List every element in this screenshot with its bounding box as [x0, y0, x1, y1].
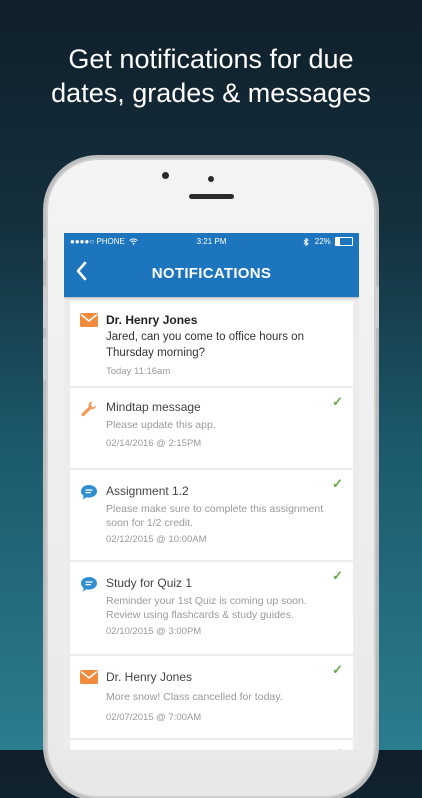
wrench-icon [80, 400, 98, 418]
notification-sender: Dr. Henry Jones [106, 313, 198, 327]
notification-sender: Dr. Henry Jones [106, 670, 193, 684]
notification-item[interactable]: Dr. Henry Jones Jared, can you come to of… [70, 301, 353, 388]
envelope-icon [80, 670, 98, 688]
read-check-icon: ✓ [332, 746, 343, 750]
notification-item[interactable]: Assignment 1.2 Please make sure to comple… [70, 470, 353, 562]
chat-bubble-icon [80, 484, 98, 502]
navigation-bar: NOTIFICATIONS [64, 249, 359, 297]
read-check-icon: ✓ [332, 394, 343, 409]
battery-percent: 22% [314, 237, 331, 246]
notification-message: Reminder your 1st Quiz is coming up soon… [106, 595, 307, 621]
notification-sender: Assignment 1.2 [106, 484, 189, 498]
chat-bubble-icon [80, 576, 98, 594]
envelope-icon [80, 313, 98, 331]
volume-up-button [43, 286, 46, 328]
notification-item[interactable]: Mindtap message Please update this app. 02… [70, 388, 353, 470]
earpiece-speaker [189, 194, 234, 199]
read-check-icon: ✓ [332, 476, 343, 491]
notification-message: Please make sure to complete this assign… [106, 503, 324, 529]
notification-message: Please update this app. [106, 419, 216, 431]
notification-item[interactable]: Dr. Henry Jones✓ [70, 740, 353, 750]
battery-status: 22% [303, 237, 353, 247]
headline-line-1: Get notifications for due [68, 44, 354, 74]
notification-date: 02/14/2016 @ 2:15PM [106, 438, 202, 449]
page-title: NOTIFICATIONS [151, 265, 272, 282]
notification-date: 02/07/2015 @ 7:00AM [106, 712, 202, 723]
marketing-headline: Get notifications for due dates, grades … [0, 42, 422, 110]
notification-list: Dr. Henry Jones Jared, can you come to of… [70, 301, 353, 750]
notification-item[interactable]: Study for Quiz 1 Reminder your 1st Quiz i… [70, 562, 353, 656]
notification-date: 02/10/2015 @ 3:00PM [106, 626, 202, 637]
read-check-icon: ✓ [332, 662, 343, 677]
battery-icon [335, 237, 353, 247]
notification-message: More snow! Class cancelled for today. [106, 691, 283, 703]
mute-switch [43, 238, 46, 260]
front-camera [162, 172, 169, 179]
headline-line-2: dates, grades & messages [51, 78, 371, 108]
read-check-icon: ✓ [332, 568, 343, 583]
notification-sender: Mindtap message [106, 400, 201, 414]
notification-sender: Study for Quiz 1 [106, 576, 193, 590]
power-button [376, 286, 379, 328]
notification-date: Today 11:16am [106, 366, 171, 377]
app-screen: ●●●●○ PHONE 3:21 PM 22% NOTIFICATIONS Dr… [64, 233, 359, 750]
proximity-sensor [208, 176, 214, 182]
notification-message: Jared, can you come to office hours on T… [106, 331, 304, 359]
bluetooth-icon [303, 237, 309, 247]
notification-item[interactable]: Dr. Henry Jones More snow! Class cancelle… [70, 656, 353, 740]
notification-date: 02/12/2015 @ 10:00AM [106, 534, 207, 545]
volume-down-button [43, 338, 46, 380]
status-bar: ●●●●○ PHONE 3:21 PM 22% [64, 233, 359, 249]
